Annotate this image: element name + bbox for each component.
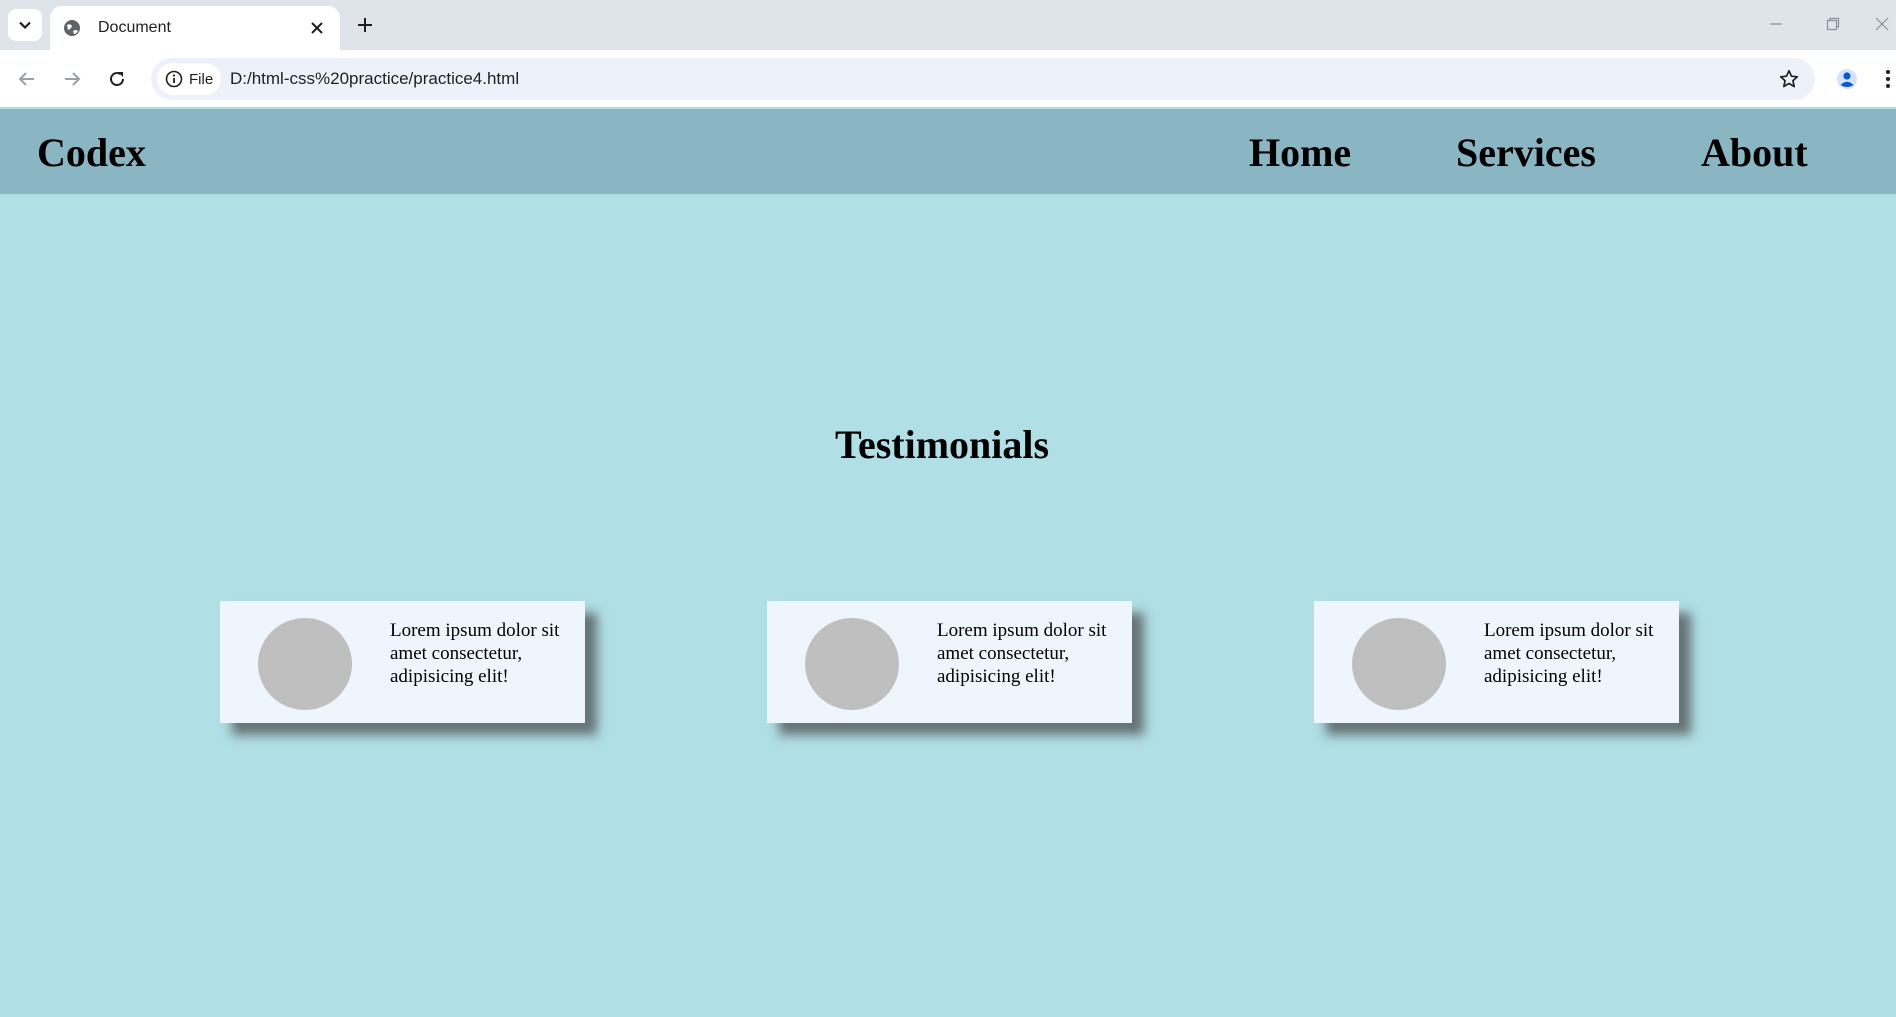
close-icon[interactable] bbox=[304, 15, 330, 41]
minimize-button[interactable] bbox=[1756, 8, 1796, 40]
nav-link-home[interactable]: Home bbox=[1249, 129, 1351, 176]
star-icon bbox=[1779, 69, 1799, 88]
tab-list-button[interactable] bbox=[8, 9, 42, 41]
nav-link-services[interactable]: Services bbox=[1456, 129, 1596, 176]
url-text[interactable]: D:/html-css%20practice/practice4.html bbox=[230, 69, 519, 89]
minimize-icon bbox=[1770, 23, 1782, 25]
address-bar[interactable]: File D:/html-css%20practice/practice4.ht… bbox=[151, 58, 1815, 100]
tab-strip: Document bbox=[0, 0, 1896, 50]
chevron-down-icon bbox=[19, 21, 31, 30]
address-chip-label: File bbox=[189, 70, 214, 88]
globe-icon bbox=[62, 18, 82, 38]
testimonial-card: Lorem ipsum dolor sit amet consectetur, … bbox=[1314, 601, 1679, 723]
testimonial-text: Lorem ipsum dolor sit amet consectetur, … bbox=[390, 620, 560, 687]
testimonial-card: Lorem ipsum dolor sit amet consectetur, … bbox=[220, 601, 585, 723]
testimonial-text: Lorem ipsum dolor sit amet consectetur, … bbox=[937, 620, 1107, 687]
plus-icon bbox=[358, 18, 372, 32]
back-arrow-icon bbox=[18, 72, 34, 86]
testimonial-text: Lorem ipsum dolor sit amet consectetur, … bbox=[1484, 620, 1654, 687]
section-heading: Testimonials bbox=[834, 422, 1050, 467]
site-navbar: Codex Home Services About bbox=[0, 109, 1896, 194]
reload-button[interactable] bbox=[101, 63, 133, 95]
site-logo[interactable]: Codex bbox=[37, 129, 146, 176]
restore-button[interactable] bbox=[1813, 8, 1853, 40]
info-icon bbox=[165, 70, 183, 88]
more-vert-icon bbox=[1886, 70, 1890, 88]
forward-button[interactable] bbox=[56, 63, 88, 95]
window-close-icon bbox=[1875, 17, 1889, 31]
testimonial-card: Lorem ipsum dolor sit amet consectetur, … bbox=[767, 601, 1132, 723]
profile-button[interactable] bbox=[1832, 64, 1862, 94]
forward-arrow-icon bbox=[65, 72, 81, 86]
browser-menu-button[interactable] bbox=[1880, 64, 1896, 94]
browser-toolbar: File D:/html-css%20practice/practice4.ht… bbox=[0, 50, 1896, 108]
nav-link-about[interactable]: About bbox=[1701, 129, 1808, 176]
bookmark-button[interactable] bbox=[1777, 67, 1801, 91]
restore-icon bbox=[1826, 17, 1840, 31]
reload-icon bbox=[110, 72, 124, 86]
back-button[interactable] bbox=[11, 63, 43, 95]
avatar bbox=[1352, 618, 1446, 710]
avatar bbox=[805, 618, 899, 710]
avatar bbox=[258, 618, 352, 710]
tab-title: Document bbox=[98, 19, 171, 36]
profile-icon bbox=[1837, 69, 1857, 89]
site-info-chip[interactable]: File bbox=[157, 63, 221, 95]
new-tab-button[interactable] bbox=[350, 10, 380, 40]
browser-tab[interactable]: Document bbox=[50, 6, 340, 50]
window-close-button[interactable] bbox=[1868, 8, 1896, 40]
page-content: Codex Home Services About Testimonials L… bbox=[0, 109, 1896, 1017]
